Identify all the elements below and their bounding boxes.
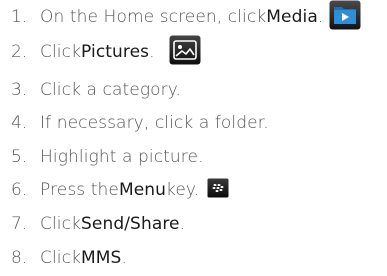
pictures-app-icon bbox=[169, 35, 201, 70]
step-number: 4. bbox=[11, 113, 28, 133]
step-number: 6. bbox=[11, 180, 28, 200]
step-text: Click bbox=[40, 248, 82, 268]
media-app-icon bbox=[329, 0, 361, 35]
step-6: 6. Press the Menu key. bbox=[0, 175, 229, 205]
step-text: Highlight a picture. bbox=[40, 147, 204, 167]
step-3: 3. Click a category. bbox=[0, 75, 181, 105]
step-text-end: . bbox=[149, 42, 155, 62]
step-text-end: . bbox=[121, 248, 127, 268]
step-number: 7. bbox=[11, 214, 28, 234]
step-7: 7. Click Send/Share. bbox=[0, 209, 185, 239]
step-highlight: MMS bbox=[81, 248, 122, 268]
step-text: Click bbox=[40, 42, 82, 62]
step-number: 3. bbox=[11, 80, 28, 100]
step-highlight: Menu bbox=[118, 180, 167, 200]
step-highlight: Media bbox=[266, 7, 318, 27]
step-2: 2. Click Pictures. bbox=[0, 35, 201, 70]
step-text: Click a category. bbox=[40, 80, 181, 100]
step-8: 8. Click MMS. bbox=[0, 243, 127, 273]
step-highlight: Pictures bbox=[81, 42, 150, 62]
step-number: 2. bbox=[11, 42, 28, 62]
step-1: 1. On the Home screen, click Media. bbox=[0, 0, 361, 35]
step-number: 8. bbox=[11, 248, 28, 268]
step-text-end: key. bbox=[166, 180, 200, 200]
step-number: 5. bbox=[11, 147, 28, 167]
step-highlight: Send/Share bbox=[81, 214, 180, 234]
step-text-end: . bbox=[317, 7, 324, 27]
step-text: On the Home screen, click bbox=[40, 7, 267, 27]
step-4: 4. If necessary, click a folder. bbox=[0, 108, 269, 138]
step-text-end: . bbox=[179, 214, 186, 234]
step-5: 5. Highlight a picture. bbox=[0, 142, 204, 172]
step-text: Press the bbox=[40, 180, 119, 200]
blackberry-menu-key-icon bbox=[207, 178, 229, 203]
step-number: 1. bbox=[11, 7, 28, 27]
step-text: Click bbox=[40, 214, 82, 234]
step-text: If necessary, click a folder. bbox=[40, 113, 269, 133]
